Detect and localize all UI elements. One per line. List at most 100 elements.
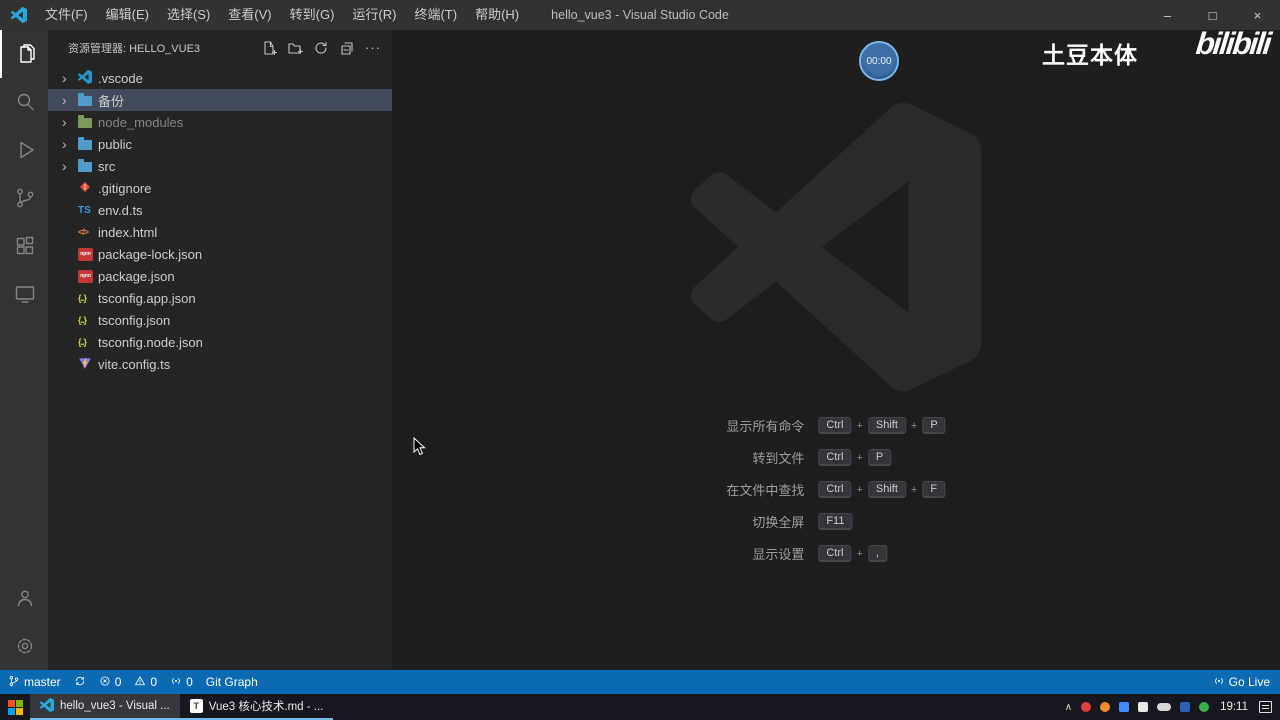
taskbar-app[interactable]: hello_vue3 - Visual ...	[30, 694, 180, 720]
new-folder-icon[interactable]	[286, 39, 304, 57]
tree-item[interactable]: .gitignore	[48, 177, 392, 199]
taskbar-app[interactable]: T Vue3 核心技术.md - ...	[179, 694, 334, 720]
npm-icon: npm	[78, 269, 93, 283]
status-item-master[interactable]: master	[8, 675, 61, 690]
status-item-0[interactable]: 0	[134, 675, 157, 690]
tree-item[interactable]: › public	[48, 133, 392, 155]
status-item-icon[interactable]	[74, 675, 86, 690]
new-file-icon[interactable]	[260, 39, 278, 57]
status-item-0[interactable]: 0	[170, 675, 193, 690]
refresh-icon[interactable]	[312, 39, 330, 57]
folder-icon	[78, 137, 92, 150]
tray-keyboard-icon[interactable]	[1138, 702, 1149, 712]
shortcut-label: 显示所有命令	[726, 419, 805, 434]
tray-app-red-icon[interactable]	[1081, 702, 1092, 712]
menu-item[interactable]: 终端(T)	[405, 0, 466, 30]
tray-app-navy-icon[interactable]	[1180, 702, 1191, 712]
explorer-title: 资源管理器: HELLO_VUE3	[68, 42, 201, 55]
taskbar-clock[interactable]: 19:11	[1220, 701, 1248, 713]
tree-item[interactable]: {..} tsconfig.json	[48, 309, 392, 331]
menu-item[interactable]: 文件(F)	[36, 0, 97, 30]
folder-icon	[78, 93, 92, 106]
more-actions-icon[interactable]: ···	[364, 39, 382, 57]
collapse-all-icon[interactable]	[338, 39, 356, 57]
tree-item[interactable]: TS env.d.ts	[48, 199, 392, 221]
keycap: Ctrl	[818, 545, 852, 562]
tree-item-label: package-lock.json	[98, 246, 203, 262]
windows-taskbar: hello_vue3 - Visual ... T Vue3 核心技术.md - .…	[0, 694, 1280, 720]
file-icon-slot: </>	[78, 227, 98, 237]
tree-item-label: tsconfig.node.json	[98, 334, 203, 350]
extensions-icon[interactable]	[0, 222, 48, 270]
tray-app-green-icon[interactable]	[1199, 702, 1210, 712]
tree-item-label: public	[98, 136, 132, 152]
status-item-git-graph[interactable]: Git Graph	[206, 675, 258, 689]
typescript-icon: TS	[78, 204, 91, 216]
minimize-button[interactable]: –	[1145, 0, 1190, 30]
menu-item[interactable]: 编辑(E)	[97, 0, 158, 30]
settings-gear-icon[interactable]	[0, 622, 48, 670]
tree-item[interactable]: {..} tsconfig.app.json	[48, 287, 392, 309]
file-tree: › .vscode › 备份 › node_modules › public › src .giti…	[48, 65, 392, 670]
tray-cloud-icon[interactable]	[1157, 703, 1172, 711]
tree-item[interactable]: npm package-lock.json	[48, 243, 392, 265]
file-icon-slot: {..}	[78, 337, 98, 347]
status-bar-right: Go Live	[1213, 675, 1270, 690]
file-icon-slot	[78, 137, 98, 150]
editor-area[interactable]: 显示所有命令 Ctrl + Shift + P 转到文件 Ctrl + P 在文件中查找 Ctrl + S…	[392, 30, 1280, 670]
title-bar: 文件(F) 编辑(E) 选择(S) 查看(V) 转到(G) 运行(R) 终端(T) 帮助(H)…	[0, 0, 1280, 30]
source-control-icon[interactable]	[0, 174, 48, 222]
tree-item[interactable]: › node_modules	[48, 111, 392, 133]
tree-item[interactable]: › .vscode	[48, 67, 392, 89]
vscode-taskbar-icon	[39, 697, 54, 715]
tray-icons	[1081, 702, 1210, 712]
plus-separator: +	[856, 451, 863, 464]
shortcut-keys: Ctrl + Shift + P	[818, 417, 946, 434]
account-icon[interactable]	[0, 574, 48, 622]
start-button[interactable]	[0, 694, 30, 720]
tray-app-orange-icon[interactable]	[1100, 702, 1111, 712]
chevron-right-icon: ›	[62, 92, 67, 108]
tree-item[interactable]: {..} tsconfig.node.json	[48, 331, 392, 353]
file-icon-slot	[78, 93, 98, 106]
tray-expand-icon[interactable]: ∧	[1065, 702, 1072, 713]
keycap: Ctrl	[818, 417, 852, 434]
keycap: Shift	[867, 481, 906, 498]
menu-item[interactable]: 运行(R)	[343, 0, 405, 30]
tray-app-blue-icon[interactable]	[1119, 702, 1130, 712]
explorer-icon[interactable]	[0, 30, 48, 78]
tree-item[interactable]: vite.config.ts	[48, 353, 392, 375]
menu-item[interactable]: 转到(G)	[281, 0, 344, 30]
shortcut-label: 在文件中查找	[726, 483, 805, 498]
error-icon	[99, 675, 111, 690]
shortcut-label: 转到文件	[752, 451, 805, 466]
vscode-folder-icon	[77, 69, 92, 87]
tree-item[interactable]: npm package.json	[48, 265, 392, 287]
tree-item[interactable]: › 备份	[48, 89, 392, 111]
warning-icon	[134, 675, 146, 690]
tree-item-label: .vscode	[98, 70, 143, 86]
menu-item[interactable]: 帮助(H)	[466, 0, 528, 30]
status-item-label: Git Graph	[205, 675, 258, 689]
menu-item[interactable]: 查看(V)	[219, 0, 280, 30]
notification-center-icon[interactable]	[1259, 701, 1272, 713]
search-icon[interactable]	[0, 78, 48, 126]
file-icon-slot: TS	[78, 205, 98, 216]
vscode-logo-icon	[10, 7, 28, 23]
status-item-go-live[interactable]: Go Live	[1213, 675, 1270, 690]
status-item-label: 0	[114, 675, 122, 689]
run-debug-icon[interactable]	[0, 126, 48, 174]
keycap: P	[922, 417, 946, 434]
vscode-window: 文件(F) 编辑(E) 选择(S) 查看(V) 转到(G) 运行(R) 终端(T) 帮助(H)…	[0, 0, 1280, 720]
tree-item[interactable]: › src	[48, 155, 392, 177]
menu-bar: 文件(F) 编辑(E) 选择(S) 查看(V) 转到(G) 运行(R) 终端(T) 帮助(H)	[36, 0, 528, 30]
remote-explorer-icon[interactable]	[0, 270, 48, 318]
tree-item[interactable]: </> index.html	[48, 221, 392, 243]
main-area: 资源管理器: HELLO_VUE3 ··· › .vscode › 备份 › node_m…	[0, 30, 1280, 670]
shortcut-label: 切换全屏	[752, 515, 805, 530]
bilibili-logo: bilibili	[1194, 26, 1272, 61]
chevron-right-icon: ›	[62, 158, 67, 174]
menu-item[interactable]: 选择(S)	[158, 0, 219, 30]
keycap: ,	[867, 545, 887, 562]
status-item-0[interactable]: 0	[99, 675, 122, 690]
